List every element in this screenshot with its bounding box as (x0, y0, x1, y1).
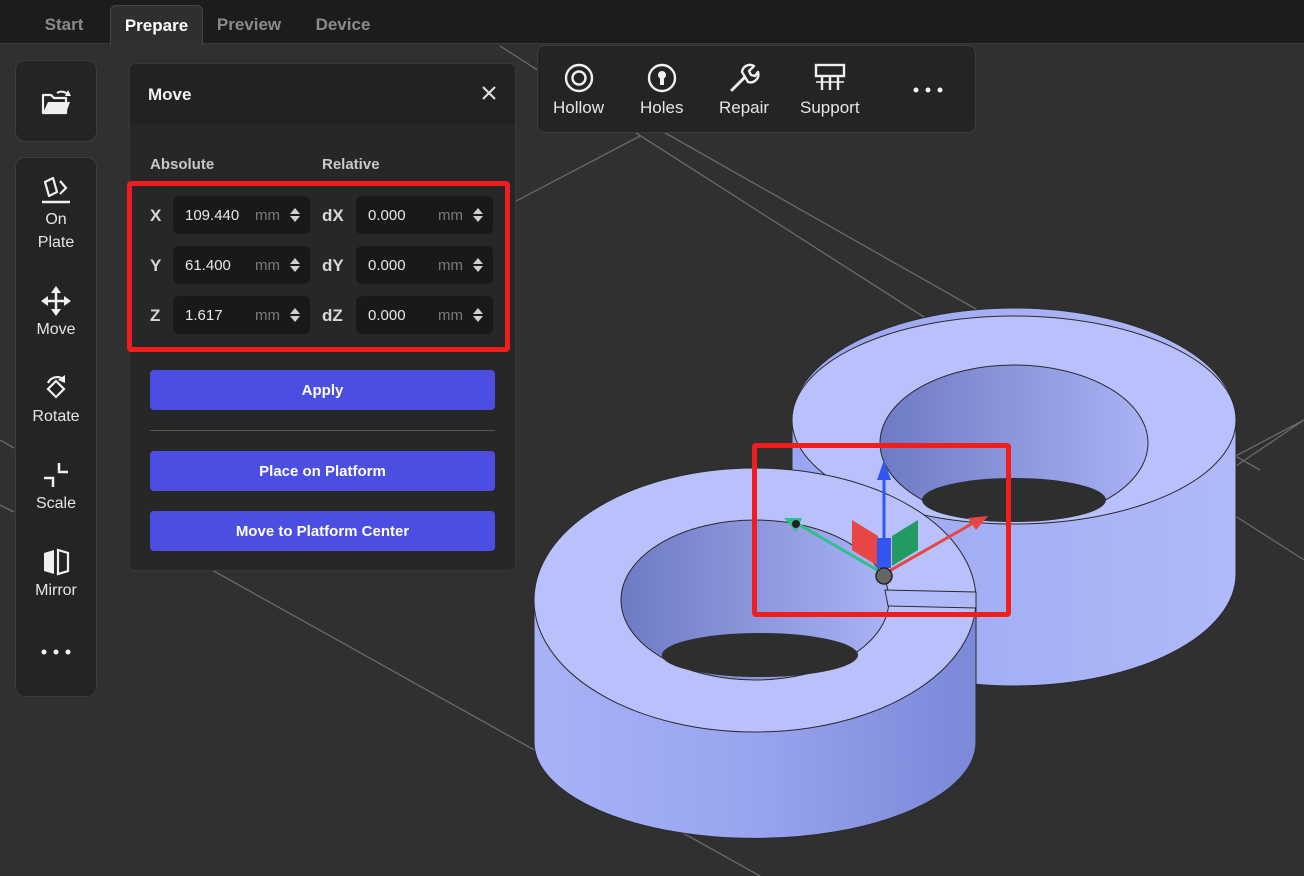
tool-scale-label: Scale (35, 495, 77, 512)
tool-mirror-label: Mirror (35, 582, 77, 599)
hollow-label: Hollow (553, 98, 605, 117)
tool-move[interactable]: Move (16, 286, 96, 341)
holes-label: Holes (640, 98, 684, 117)
divider (150, 430, 495, 431)
top-tab-bar: Start Prepare Preview Device (0, 0, 1304, 45)
move-panel-header: Move (130, 64, 515, 124)
open-file-icon[interactable] (40, 87, 72, 122)
repair-button[interactable]: Repair (719, 62, 769, 118)
more-icon (913, 87, 943, 93)
tab-preview[interactable]: Preview (206, 5, 292, 45)
open-file-rail (15, 60, 97, 142)
tool-move-label: Move (36, 321, 76, 338)
tab-device[interactable]: Device (300, 5, 386, 45)
scale-icon (44, 463, 68, 487)
on-plate-icon (42, 176, 70, 204)
tool-mirror[interactable]: Mirror (16, 547, 96, 602)
more-button[interactable] (912, 86, 944, 98)
more-icon (41, 649, 71, 655)
mirror-icon (44, 548, 70, 576)
holes-button[interactable]: Holes (640, 62, 683, 118)
repair-icon (730, 63, 760, 92)
tool-more[interactable] (16, 648, 96, 658)
tool-rotate[interactable]: Rotate (16, 373, 96, 428)
absolute-label: Absolute (150, 156, 215, 173)
highlight-gizmo-box (752, 443, 1011, 617)
hollow-button[interactable]: Hollow (553, 62, 604, 118)
tool-rotate-label: Rotate (32, 408, 80, 425)
move-icon (41, 286, 71, 316)
holes-icon (647, 63, 676, 93)
hollow-icon (564, 63, 593, 93)
support-icon (814, 63, 845, 90)
close-icon[interactable] (478, 82, 500, 104)
relative-label: Relative (322, 156, 380, 173)
tab-prepare[interactable]: Prepare (110, 5, 203, 45)
top-toolbar: Hollow Holes Repair Support (537, 45, 976, 133)
panel-title: Move (148, 85, 192, 104)
support-label: Support (800, 98, 860, 117)
left-tool-rail: On Plate Move Rotate Scale Mirror (15, 157, 97, 697)
apply-button[interactable]: Apply (150, 370, 495, 410)
tab-start[interactable]: Start (24, 5, 104, 45)
highlight-coordinates-box (127, 181, 510, 352)
tool-on-plate-label: On Plate (37, 211, 75, 251)
tool-on-plate[interactable]: On Plate (16, 176, 96, 254)
support-button[interactable]: Support (800, 62, 860, 118)
rotate-icon (46, 375, 66, 399)
place-on-platform-button[interactable]: Place on Platform (150, 451, 495, 491)
move-to-platform-center-button[interactable]: Move to Platform Center (150, 511, 495, 551)
tool-scale[interactable]: Scale (16, 460, 96, 515)
repair-label: Repair (719, 98, 770, 117)
